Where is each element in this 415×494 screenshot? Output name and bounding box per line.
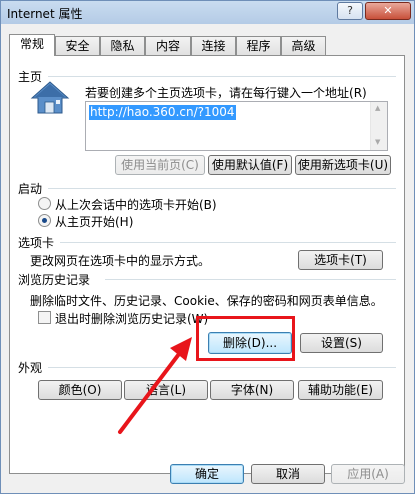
divider (48, 367, 396, 368)
title-bar: Internet 属性 ? ✕ (0, 0, 415, 24)
startup-last-session-label[interactable]: 从上次会话中的选项卡开始(B) (55, 196, 217, 213)
divider (60, 242, 396, 243)
divider (48, 76, 396, 77)
delete-highlight-box (196, 316, 295, 361)
tabs-section-title: 选项卡 (18, 236, 55, 250)
startup-home-radio[interactable] (38, 214, 51, 227)
tabs-description: 更改网页在选项卡中的显示方式。 (30, 254, 211, 268)
colors-button[interactable]: 颜色(O) (38, 380, 122, 400)
tab-general[interactable]: 常规 (9, 34, 55, 56)
divider (48, 188, 396, 189)
history-section-title: 浏览历史记录 (18, 273, 91, 287)
startup-section-title: 启动 (18, 182, 43, 196)
home-description: 若要创建多个主页选项卡，请在每行键入一个地址(R) (85, 86, 367, 100)
tab-content[interactable]: 内容 (145, 36, 191, 55)
appearance-section-title: 外观 (18, 361, 43, 375)
home-url-textarea[interactable]: http://hao.360.cn/?1004 ▲ ▼ (85, 101, 388, 151)
history-settings-button[interactable]: 设置(S) (300, 333, 383, 353)
close-button[interactable]: ✕ (365, 2, 411, 20)
use-default-button[interactable]: 使用默认值(F) (208, 155, 292, 175)
general-panel: 主页 若要创建多个主页选项卡，请在每行键入一个地址(R) http://hao.… (9, 55, 405, 474)
tab-security[interactable]: 安全 (55, 36, 100, 55)
tab-privacy[interactable]: 隐私 (100, 36, 145, 55)
home-icon (30, 80, 70, 116)
use-new-tab-button[interactable]: 使用新选项卡(U) (295, 155, 391, 175)
dialog-window: 常规 安全 隐私 内容 连接 程序 高级 主页 若要创建多个主页选项卡，请在每行… (0, 24, 415, 494)
tabs-button[interactable]: 选项卡(T) (298, 250, 383, 270)
history-description: 删除临时文件、历史记录、Cookie、保存的密码和网页表单信息。 (30, 294, 383, 308)
accessibility-button[interactable]: 辅助功能(E) (298, 380, 383, 400)
use-current-button[interactable]: 使用当前页(C) (115, 155, 205, 175)
tab-programs[interactable]: 程序 (236, 36, 281, 55)
divider (105, 279, 396, 280)
delete-on-exit-checkbox[interactable] (38, 311, 51, 324)
languages-button[interactable]: 语言(L) (124, 380, 208, 400)
startup-home-label[interactable]: 从主页开始(H) (55, 213, 133, 230)
cancel-button[interactable]: 取消 (251, 464, 325, 484)
scroll-down-icon[interactable]: ▼ (375, 138, 380, 146)
scrollbar[interactable]: ▲ ▼ (370, 102, 387, 150)
scroll-up-icon[interactable]: ▲ (375, 104, 380, 112)
apply-button[interactable]: 应用(A) (331, 464, 405, 484)
ok-button[interactable]: 确定 (170, 464, 244, 484)
fonts-button[interactable]: 字体(N) (210, 380, 294, 400)
tab-connections[interactable]: 连接 (191, 36, 236, 55)
home-url-value: http://hao.360.cn/?1004 (89, 105, 236, 120)
startup-last-session-radio[interactable] (38, 197, 51, 210)
tab-advanced[interactable]: 高级 (281, 36, 326, 55)
delete-on-exit-label[interactable]: 退出时删除浏览历史记录(W) (55, 310, 208, 327)
window-title: Internet 属性 (7, 7, 83, 21)
help-button[interactable]: ? (337, 2, 363, 20)
